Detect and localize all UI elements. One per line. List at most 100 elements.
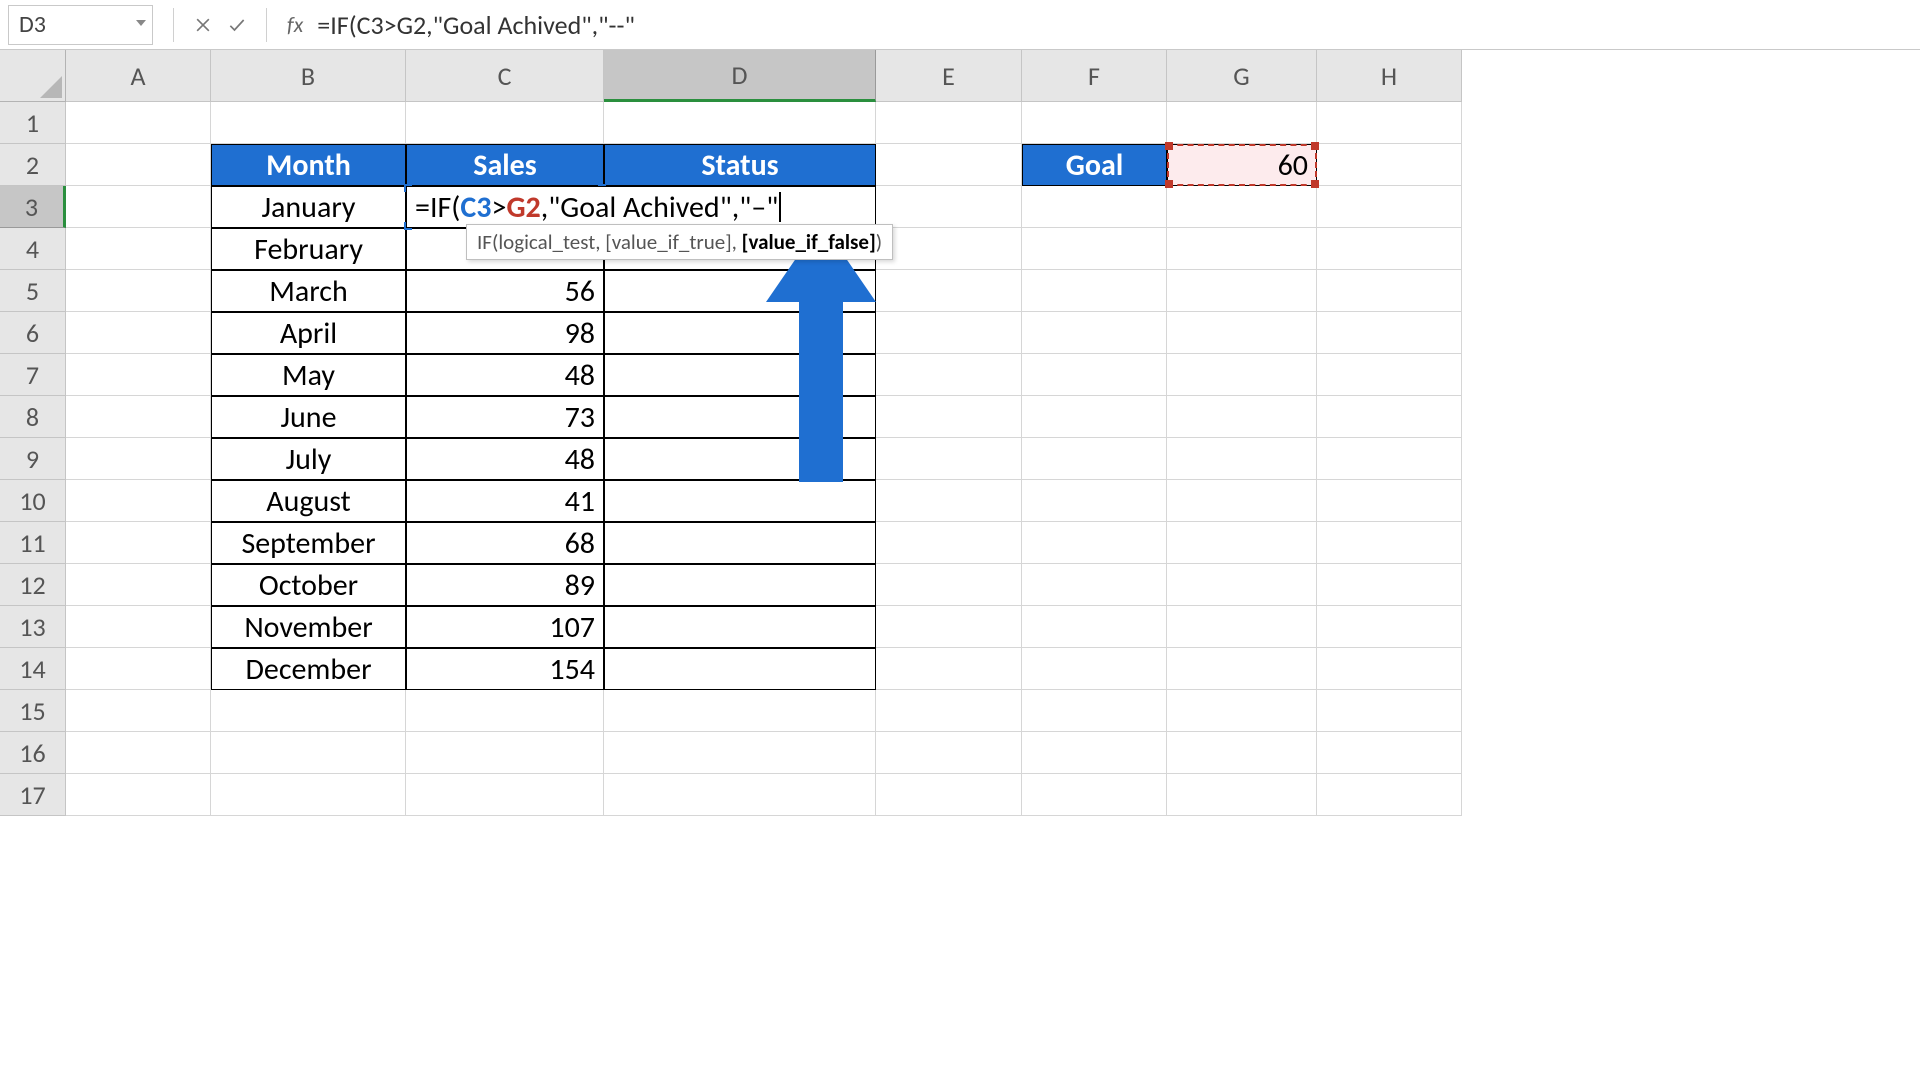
cell[interactable] [1167, 438, 1317, 480]
cell[interactable] [66, 606, 211, 648]
cell[interactable] [1167, 774, 1317, 816]
cell[interactable] [66, 228, 211, 270]
table-cell[interactable]: November [211, 606, 406, 648]
table-cell[interactable]: February [211, 228, 406, 270]
cell[interactable] [66, 354, 211, 396]
cell[interactable] [604, 774, 876, 816]
cell[interactable] [876, 354, 1022, 396]
cell[interactable] [876, 732, 1022, 774]
cell[interactable] [1167, 732, 1317, 774]
cell[interactable] [876, 564, 1022, 606]
cell[interactable] [1167, 606, 1317, 648]
cell[interactable] [1317, 564, 1462, 606]
row-header[interactable]: 11 [0, 522, 66, 564]
cell[interactable] [876, 480, 1022, 522]
cell[interactable] [1317, 648, 1462, 690]
cell[interactable] [1022, 228, 1167, 270]
table-cell[interactable] [604, 396, 876, 438]
row-header[interactable]: 16 [0, 732, 66, 774]
column-header[interactable]: E [876, 50, 1022, 102]
cell[interactable] [1022, 774, 1167, 816]
cell[interactable] [211, 774, 406, 816]
table-cell[interactable]: December [211, 648, 406, 690]
cell[interactable] [66, 732, 211, 774]
table-cell[interactable] [604, 270, 876, 312]
name-box[interactable]: D3 [8, 5, 153, 45]
cell[interactable] [1167, 522, 1317, 564]
cell[interactable] [66, 102, 211, 144]
cell[interactable] [1167, 480, 1317, 522]
cell[interactable] [406, 690, 604, 732]
cell[interactable] [406, 732, 604, 774]
cell[interactable] [1317, 606, 1462, 648]
table-cell[interactable] [604, 648, 876, 690]
cell[interactable] [876, 648, 1022, 690]
cell[interactable] [1022, 438, 1167, 480]
table-cell[interactable]: 41 [406, 480, 604, 522]
cell[interactable] [66, 396, 211, 438]
cell[interactable] [1022, 270, 1167, 312]
cell[interactable] [1317, 732, 1462, 774]
table-cell[interactable]: 73 [406, 396, 604, 438]
cell[interactable] [876, 228, 1022, 270]
cell[interactable] [1167, 228, 1317, 270]
cancel-formula-button[interactable] [186, 8, 220, 42]
row-header[interactable]: 9 [0, 438, 66, 480]
cell[interactable] [876, 606, 1022, 648]
cell[interactable] [211, 102, 406, 144]
table-cell[interactable]: September [211, 522, 406, 564]
cell[interactable] [66, 690, 211, 732]
cell[interactable] [876, 396, 1022, 438]
row-header[interactable]: 2 [0, 144, 66, 186]
table-cell[interactable]: 89 [406, 564, 604, 606]
row-header[interactable]: 15 [0, 690, 66, 732]
table-cell[interactable]: 48 [406, 438, 604, 480]
row-header[interactable]: 12 [0, 564, 66, 606]
row-header[interactable]: 3 [0, 186, 66, 228]
column-header[interactable]: A [66, 50, 211, 102]
row-header[interactable]: 6 [0, 312, 66, 354]
cell[interactable] [1167, 354, 1317, 396]
accept-formula-button[interactable] [220, 8, 254, 42]
cell[interactable] [1022, 396, 1167, 438]
cell[interactable] [211, 690, 406, 732]
table-header[interactable]: Month [211, 144, 406, 186]
table-cell[interactable]: October [211, 564, 406, 606]
column-header[interactable]: C [406, 50, 604, 102]
cell[interactable] [1022, 606, 1167, 648]
cell[interactable] [66, 186, 211, 228]
cell[interactable] [1317, 186, 1462, 228]
cell[interactable] [1167, 186, 1317, 228]
row-header[interactable]: 17 [0, 774, 66, 816]
row-header[interactable]: 5 [0, 270, 66, 312]
cell[interactable] [876, 144, 1022, 186]
goal-label[interactable]: Goal [1022, 144, 1167, 186]
cell[interactable] [1317, 480, 1462, 522]
cell[interactable] [66, 480, 211, 522]
table-header[interactable]: Status [604, 144, 876, 186]
table-cell[interactable] [604, 564, 876, 606]
cell[interactable] [1317, 228, 1462, 270]
cell-edit[interactable]: =IF(C3>G2,"Goal Achived","–" [406, 186, 876, 228]
column-header[interactable]: H [1317, 50, 1462, 102]
row-header[interactable]: 13 [0, 606, 66, 648]
cell[interactable] [1022, 522, 1167, 564]
cell[interactable] [66, 564, 211, 606]
table-cell[interactable]: March [211, 270, 406, 312]
cell[interactable] [1167, 690, 1317, 732]
cell[interactable] [1317, 312, 1462, 354]
cell[interactable] [876, 774, 1022, 816]
cell[interactable] [66, 648, 211, 690]
cell[interactable] [1022, 732, 1167, 774]
table-cell[interactable]: January [211, 186, 406, 228]
cell[interactable] [1317, 774, 1462, 816]
cell[interactable] [66, 438, 211, 480]
cell[interactable] [1022, 312, 1167, 354]
function-tooltip[interactable]: IF(logical_test, [value_if_true], [value… [466, 224, 893, 260]
table-cell[interactable] [604, 438, 876, 480]
cell[interactable] [876, 690, 1022, 732]
cell[interactable] [1022, 186, 1167, 228]
cell[interactable] [66, 522, 211, 564]
cell[interactable] [1167, 564, 1317, 606]
cell[interactable] [1317, 438, 1462, 480]
